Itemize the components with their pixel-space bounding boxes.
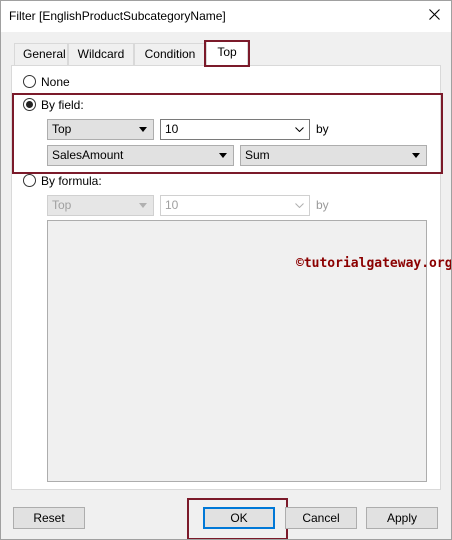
aggregation-select[interactable]: Sum — [240, 145, 427, 166]
direction-select[interactable]: Top — [47, 119, 154, 140]
tab-label: Condition — [144, 47, 196, 61]
dropdown-arrow-icon — [217, 146, 229, 165]
chevron-down-icon — [293, 120, 305, 139]
by-formula-label: By formula: — [41, 174, 102, 188]
by-formula-radio[interactable] — [23, 174, 36, 187]
count-value: 10 — [165, 122, 179, 136]
tab-condition[interactable]: Condition — [134, 43, 206, 65]
direction-value: Top — [52, 122, 72, 136]
dropdown-arrow-icon — [137, 196, 149, 215]
count-combo[interactable]: 10 — [160, 119, 310, 140]
formula-direction-select[interactable]: Top — [47, 195, 154, 216]
close-button[interactable] — [420, 4, 448, 26]
none-radio[interactable] — [23, 75, 36, 88]
field-value: SalesAmount — [52, 148, 124, 162]
none-label: None — [41, 75, 70, 89]
apply-button[interactable]: Apply — [366, 507, 438, 529]
formula-count-value: 10 — [165, 198, 179, 212]
chevron-down-icon — [293, 196, 305, 215]
formula-direction-value: Top — [52, 198, 72, 212]
formula-count-combo[interactable]: 10 — [160, 195, 310, 216]
tab-wildcard[interactable]: Wildcard — [68, 43, 134, 65]
window-title: Filter [EnglishProductSubcategoryName] — [9, 9, 226, 23]
tab-general[interactable]: General — [14, 43, 68, 65]
close-icon — [428, 9, 440, 20]
cancel-button[interactable]: Cancel — [285, 507, 357, 529]
by-field-label: By field: — [41, 98, 84, 112]
by-field-radio[interactable] — [23, 98, 36, 111]
reset-button[interactable]: Reset — [13, 507, 85, 529]
ok-button[interactable]: OK — [203, 507, 275, 529]
watermark-text: ©tutorialgateway.org — [296, 256, 452, 271]
field-select[interactable]: SalesAmount — [47, 145, 234, 166]
tab-label: Wildcard — [77, 47, 125, 61]
tab-top-highlight — [204, 40, 250, 67]
formula-by-label: by — [316, 198, 329, 212]
by-label: by — [316, 122, 329, 136]
radio-selected-dot — [26, 101, 33, 108]
dropdown-arrow-icon — [137, 120, 149, 139]
dropdown-arrow-icon — [410, 146, 422, 165]
title-bar: Filter [EnglishProductSubcategoryName] — [0, 0, 452, 32]
tab-label: General — [23, 47, 66, 61]
aggregation-value: Sum — [245, 148, 270, 162]
